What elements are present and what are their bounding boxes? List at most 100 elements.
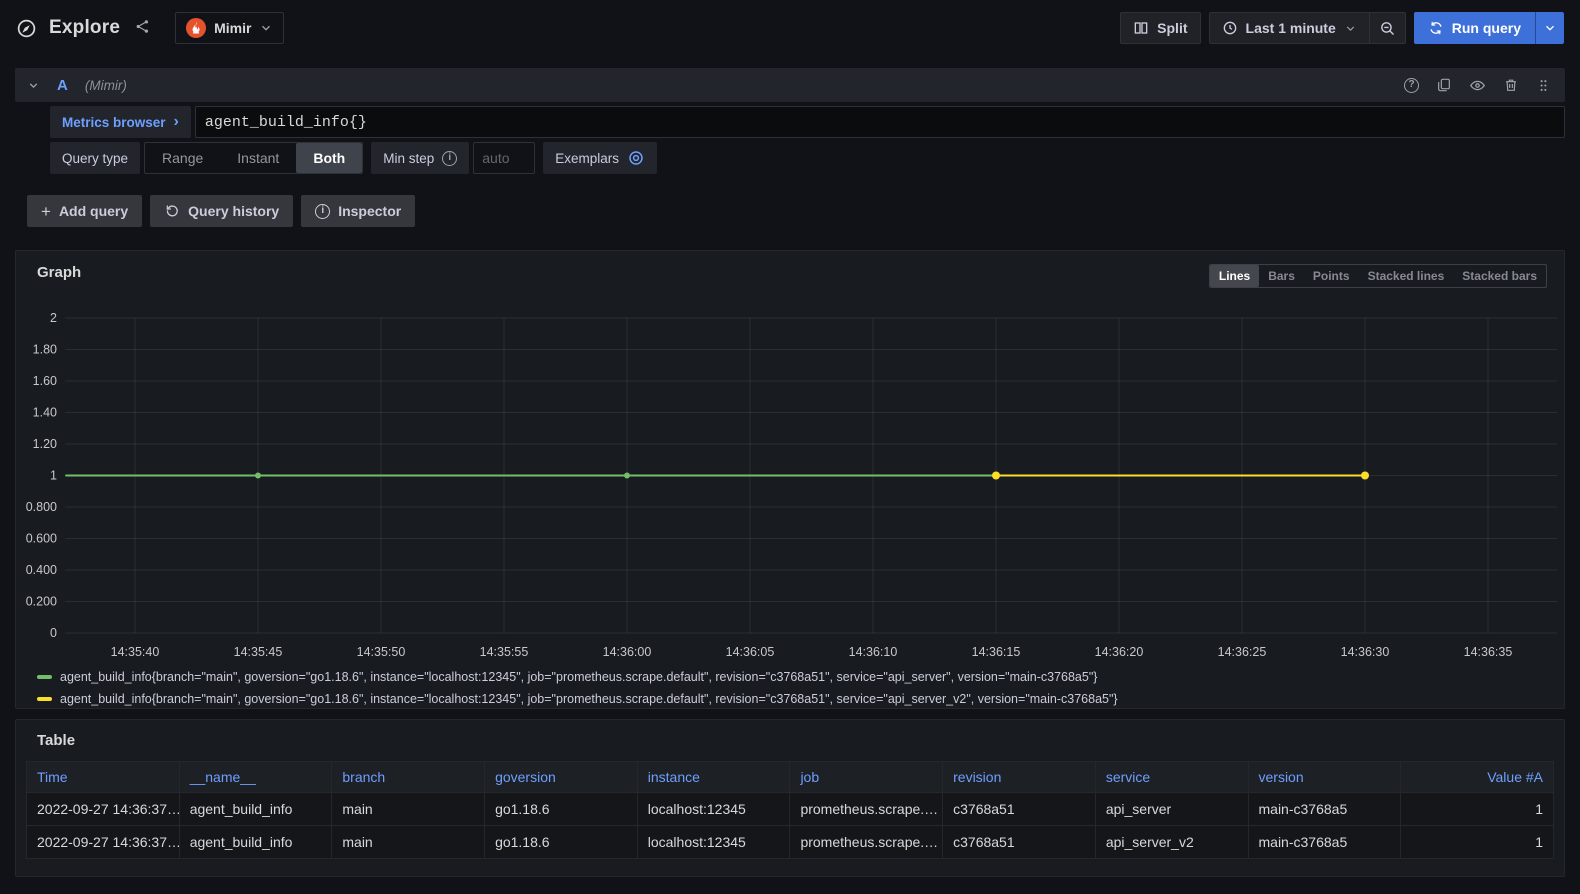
- column-header-service[interactable]: service: [1095, 762, 1248, 793]
- run-query-dropdown-button[interactable]: [1535, 12, 1564, 44]
- info-icon: i: [442, 151, 457, 166]
- results-table: Time__name__branchgoversioninstancejobre…: [26, 761, 1554, 859]
- table-cell: 2022-09-27 14:36:37…: [27, 826, 180, 859]
- exemplars-bullseye-icon: [627, 149, 645, 167]
- column-header-value-a[interactable]: Value #A: [1401, 762, 1554, 793]
- query-type-label-chip: Query type: [50, 142, 140, 174]
- column-header-time[interactable]: Time: [27, 762, 180, 793]
- series-point: [255, 473, 261, 479]
- column-header--name-[interactable]: __name__: [179, 762, 332, 793]
- search-minus-icon: [1379, 20, 1396, 37]
- chevron-down-icon: [1543, 21, 1557, 35]
- run-query-button[interactable]: Run query: [1414, 12, 1535, 44]
- table-row: 2022-09-27 14:36:37…agent_build_infomain…: [27, 826, 1554, 859]
- x-axis-tick-label: 14:36:30: [1341, 645, 1390, 659]
- table-cell: c3768a51: [943, 826, 1096, 859]
- duplicate-query-icon[interactable]: [1436, 77, 1452, 93]
- query-type-option-both[interactable]: Both: [296, 143, 362, 173]
- y-axis-tick-label: 0.200: [26, 595, 57, 609]
- add-query-button[interactable]: + Add query: [27, 195, 142, 227]
- exemplars-toggle-chip[interactable]: Exemplars: [543, 142, 657, 174]
- datasource-picker[interactable]: Mimir: [175, 12, 284, 44]
- legend-item[interactable]: agent_build_info{branch="main", goversio…: [37, 688, 1564, 710]
- graph-mode-stacked-lines[interactable]: Stacked lines: [1359, 265, 1454, 287]
- graph-canvas[interactable]: 21.801.601.401.2010.8000.6000.4000.20001…: [23, 312, 1557, 664]
- x-axis-tick-label: 14:36:05: [726, 645, 775, 659]
- help-icon[interactable]: ?: [1404, 78, 1419, 93]
- zoom-out-time-button[interactable]: [1370, 13, 1405, 43]
- split-button[interactable]: Split: [1120, 12, 1200, 44]
- angle-right-icon: ›: [174, 114, 179, 130]
- column-header-instance[interactable]: instance: [637, 762, 790, 793]
- time-picker-group: Last 1 minute: [1209, 12, 1406, 44]
- query-ref-id: A: [57, 77, 68, 94]
- series-point: [1361, 472, 1369, 480]
- query-expression-input[interactable]: [195, 106, 1565, 138]
- run-query-label: Run query: [1452, 20, 1521, 36]
- x-axis-tick-label: 14:36:35: [1464, 645, 1513, 659]
- y-axis-tick-label: 1: [50, 469, 57, 483]
- legend-swatch-icon: [37, 675, 52, 679]
- sync-icon: [1428, 20, 1444, 36]
- x-axis-tick-label: 14:35:55: [480, 645, 529, 659]
- table-cell: api_server: [1095, 793, 1248, 826]
- inspector-button[interactable]: i Inspector: [301, 195, 415, 227]
- y-axis-tick-label: 0: [50, 626, 57, 640]
- datasource-name: Mimir: [214, 20, 251, 36]
- graph-mode-lines[interactable]: Lines: [1210, 265, 1259, 287]
- y-axis-tick-label: 1.40: [33, 406, 57, 420]
- graph-mode-bars[interactable]: Bars: [1259, 265, 1304, 287]
- x-axis-tick-label: 14:36:10: [849, 645, 898, 659]
- y-axis-tick-label: 0.800: [26, 500, 57, 514]
- graph-mode-stacked-bars[interactable]: Stacked bars: [1453, 265, 1546, 287]
- table-cell: main: [332, 793, 485, 826]
- graph-panel: Graph LinesBarsPointsStacked linesStacke…: [15, 250, 1565, 709]
- table-cell: main: [332, 826, 485, 859]
- query-row-header[interactable]: A (Mimir) ?: [15, 68, 1565, 102]
- y-axis-tick-label: 1.20: [33, 437, 57, 451]
- series-point: [992, 472, 1000, 480]
- min-step-input[interactable]: [473, 142, 535, 174]
- delete-query-trash-icon[interactable]: [1503, 77, 1519, 93]
- info-icon: i: [315, 204, 330, 219]
- table-cell: localhost:12345: [637, 826, 790, 859]
- series-point: [624, 473, 630, 479]
- x-axis-tick-label: 14:35:40: [111, 645, 160, 659]
- x-axis-tick-label: 14:36:20: [1095, 645, 1144, 659]
- query-type-segmented: RangeInstantBoth: [144, 142, 363, 174]
- table-cell: prometheus.scrape.…: [790, 826, 943, 859]
- drag-handle-icon[interactable]: [1536, 77, 1551, 94]
- table-cell: go1.18.6: [485, 793, 638, 826]
- metrics-browser-button[interactable]: Metrics browser ›: [50, 106, 191, 138]
- share-shortlink-button[interactable]: [132, 16, 153, 40]
- legend-item[interactable]: agent_build_info{branch="main", goversio…: [37, 666, 1564, 688]
- column-header-job[interactable]: job: [790, 762, 943, 793]
- page-title: Explore: [49, 17, 120, 39]
- legend-swatch-icon: [37, 697, 52, 701]
- disable-query-eye-icon[interactable]: [1469, 77, 1486, 94]
- column-header-branch[interactable]: branch: [332, 762, 485, 793]
- table-cell: agent_build_info: [179, 826, 332, 859]
- query-type-option-range[interactable]: Range: [145, 143, 220, 173]
- legend-series-label: agent_build_info{branch="main", goversio…: [60, 692, 1118, 706]
- query-history-button[interactable]: Query history: [150, 195, 293, 227]
- datasource-logo-icon: [186, 18, 206, 38]
- metrics-browser-label: Metrics browser: [62, 115, 166, 130]
- column-header-revision[interactable]: revision: [943, 762, 1096, 793]
- collapse-chevron-icon[interactable]: [27, 79, 40, 92]
- time-range-picker[interactable]: Last 1 minute: [1210, 13, 1369, 43]
- graph-legend: agent_build_info{branch="main", goversio…: [37, 666, 1564, 710]
- table-cell: localhost:12345: [637, 793, 790, 826]
- query-type-option-instant[interactable]: Instant: [220, 143, 296, 173]
- column-header-goversion[interactable]: goversion: [485, 762, 638, 793]
- y-axis-tick-label: 1.60: [33, 374, 57, 388]
- table-header: Time__name__branchgoversioninstancejobre…: [27, 762, 1554, 793]
- x-axis-tick-label: 14:36:15: [972, 645, 1021, 659]
- top-toolbar: Explore Mimir: [0, 0, 1580, 56]
- table-panel: Table Time__name__branchgoversioninstanc…: [15, 719, 1565, 877]
- graph-mode-points[interactable]: Points: [1304, 265, 1359, 287]
- table-cell: agent_build_info: [179, 793, 332, 826]
- column-header-version[interactable]: version: [1248, 762, 1401, 793]
- table-cell: main-c3768a5: [1248, 793, 1401, 826]
- table-cell: prometheus.scrape.…: [790, 793, 943, 826]
